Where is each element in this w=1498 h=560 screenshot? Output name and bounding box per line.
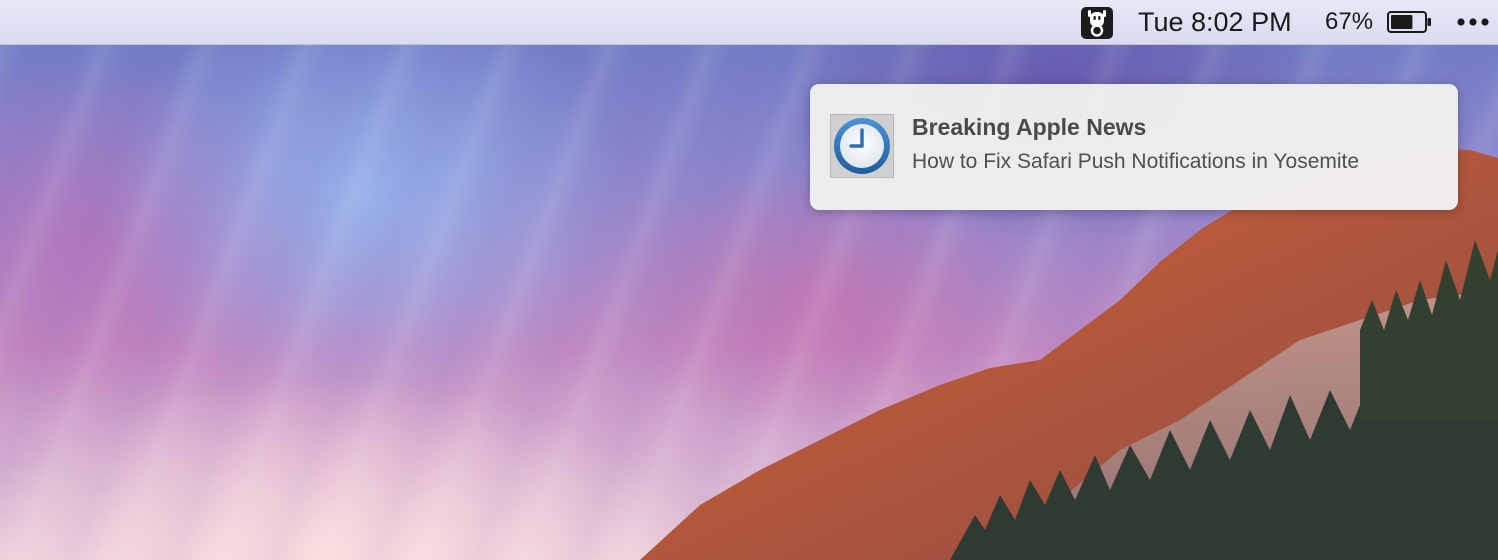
- notification-title: Breaking Apple News: [912, 114, 1147, 140]
- menu-bar: Tue 8:02 PM 67%: [0, 0, 1498, 45]
- desktop: Tue 8:02 PM 67% Breaking Apple News How …: [0, 0, 1498, 560]
- notification-body: How to Fix Safari Push Notifications in …: [912, 150, 1360, 173]
- menubar-clock[interactable]: Tue 8:02 PM: [1138, 0, 1292, 44]
- battery-icon[interactable]: [1387, 11, 1433, 33]
- clock-icon: [830, 114, 894, 178]
- notification-banner[interactable]: Breaking Apple News How to Fix Safari Pu…: [810, 84, 1458, 210]
- ellipsis-icon[interactable]: [1456, 12, 1492, 32]
- ghost-menu-icon[interactable]: [1081, 7, 1113, 39]
- battery-percentage[interactable]: 67%: [1325, 0, 1373, 44]
